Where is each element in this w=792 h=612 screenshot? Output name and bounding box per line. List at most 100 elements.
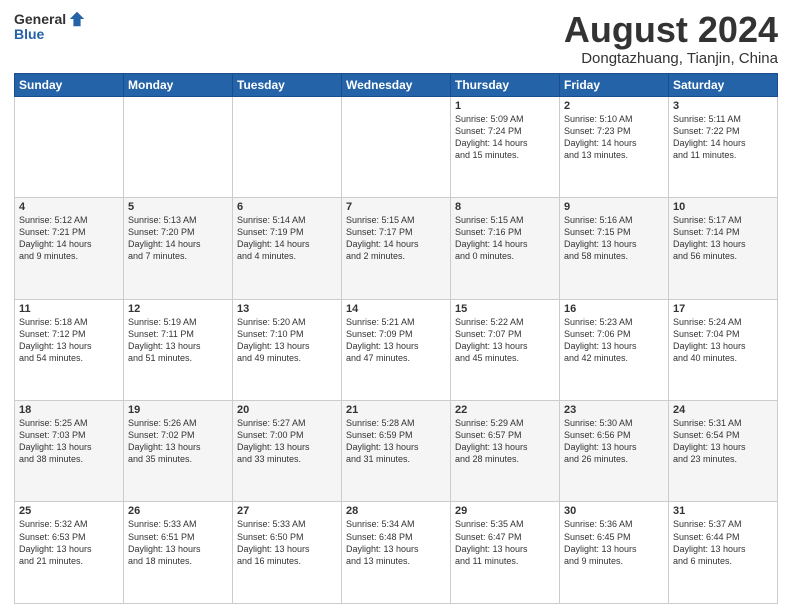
days-row: SundayMondayTuesdayWednesdayThursdayFrid…: [15, 73, 778, 96]
day-header-sunday: Sunday: [15, 73, 124, 96]
calendar-cell: 15Sunrise: 5:22 AMSunset: 7:07 PMDayligh…: [451, 299, 560, 400]
calendar-cell: 29Sunrise: 5:35 AMSunset: 6:47 PMDayligh…: [451, 502, 560, 604]
calendar-cell: 24Sunrise: 5:31 AMSunset: 6:54 PMDayligh…: [669, 401, 778, 502]
calendar-cell: 31Sunrise: 5:37 AMSunset: 6:44 PMDayligh…: [669, 502, 778, 604]
cell-content: Sunrise: 5:27 AMSunset: 7:00 PMDaylight:…: [237, 417, 337, 466]
cell-content: Sunrise: 5:22 AMSunset: 7:07 PMDaylight:…: [455, 316, 555, 365]
day-number: 19: [128, 404, 228, 416]
day-header-wednesday: Wednesday: [342, 73, 451, 96]
calendar-cell: 8Sunrise: 5:15 AMSunset: 7:16 PMDaylight…: [451, 198, 560, 299]
week-row-1: 1Sunrise: 5:09 AMSunset: 7:24 PMDaylight…: [15, 96, 778, 197]
cell-content: Sunrise: 5:15 AMSunset: 7:17 PMDaylight:…: [346, 214, 446, 263]
cell-content: Sunrise: 5:11 AMSunset: 7:22 PMDaylight:…: [673, 113, 773, 162]
day-number: 17: [673, 303, 773, 315]
cell-content: Sunrise: 5:13 AMSunset: 7:20 PMDaylight:…: [128, 214, 228, 263]
calendar-cell: 4Sunrise: 5:12 AMSunset: 7:21 PMDaylight…: [15, 198, 124, 299]
calendar-cell: 2Sunrise: 5:10 AMSunset: 7:23 PMDaylight…: [560, 96, 669, 197]
day-number: 14: [346, 303, 446, 315]
cell-content: Sunrise: 5:14 AMSunset: 7:19 PMDaylight:…: [237, 214, 337, 263]
calendar-cell: [15, 96, 124, 197]
page: General Blue August 2024 Dongtazhuang, T…: [0, 0, 792, 612]
day-number: 9: [564, 201, 664, 213]
cell-content: Sunrise: 5:32 AMSunset: 6:53 PMDaylight:…: [19, 518, 119, 567]
calendar-cell: [342, 96, 451, 197]
cell-content: Sunrise: 5:12 AMSunset: 7:21 PMDaylight:…: [19, 214, 119, 263]
calendar-cell: 22Sunrise: 5:29 AMSunset: 6:57 PMDayligh…: [451, 401, 560, 502]
day-number: 24: [673, 404, 773, 416]
header-right: August 2024 Dongtazhuang, Tianjin, China: [564, 10, 778, 67]
day-number: 8: [455, 201, 555, 213]
day-number: 6: [237, 201, 337, 213]
cell-content: Sunrise: 5:21 AMSunset: 7:09 PMDaylight:…: [346, 316, 446, 365]
day-number: 3: [673, 100, 773, 112]
calendar-cell: 7Sunrise: 5:15 AMSunset: 7:17 PMDaylight…: [342, 198, 451, 299]
logo: General Blue: [14, 10, 86, 42]
day-header-friday: Friday: [560, 73, 669, 96]
day-number: 16: [564, 303, 664, 315]
cell-content: Sunrise: 5:36 AMSunset: 6:45 PMDaylight:…: [564, 518, 664, 567]
cell-content: Sunrise: 5:09 AMSunset: 7:24 PMDaylight:…: [455, 113, 555, 162]
calendar-cell: 16Sunrise: 5:23 AMSunset: 7:06 PMDayligh…: [560, 299, 669, 400]
calendar-header: SundayMondayTuesdayWednesdayThursdayFrid…: [15, 73, 778, 96]
day-number: 18: [19, 404, 119, 416]
day-number: 28: [346, 505, 446, 517]
week-row-5: 25Sunrise: 5:32 AMSunset: 6:53 PMDayligh…: [15, 502, 778, 604]
cell-content: Sunrise: 5:28 AMSunset: 6:59 PMDaylight:…: [346, 417, 446, 466]
header: General Blue August 2024 Dongtazhuang, T…: [14, 10, 778, 67]
day-number: 7: [346, 201, 446, 213]
cell-content: Sunrise: 5:23 AMSunset: 7:06 PMDaylight:…: [564, 316, 664, 365]
calendar-cell: [124, 96, 233, 197]
calendar-cell: 1Sunrise: 5:09 AMSunset: 7:24 PMDaylight…: [451, 96, 560, 197]
calendar-cell: 27Sunrise: 5:33 AMSunset: 6:50 PMDayligh…: [233, 502, 342, 604]
logo-blue-text: Blue: [14, 26, 44, 42]
day-number: 12: [128, 303, 228, 315]
day-number: 30: [564, 505, 664, 517]
week-row-3: 11Sunrise: 5:18 AMSunset: 7:12 PMDayligh…: [15, 299, 778, 400]
calendar-cell: 30Sunrise: 5:36 AMSunset: 6:45 PMDayligh…: [560, 502, 669, 604]
day-number: 27: [237, 505, 337, 517]
day-number: 13: [237, 303, 337, 315]
cell-content: Sunrise: 5:19 AMSunset: 7:11 PMDaylight:…: [128, 316, 228, 365]
day-number: 29: [455, 505, 555, 517]
cell-content: Sunrise: 5:34 AMSunset: 6:48 PMDaylight:…: [346, 518, 446, 567]
cell-content: Sunrise: 5:20 AMSunset: 7:10 PMDaylight:…: [237, 316, 337, 365]
calendar-table: SundayMondayTuesdayWednesdayThursdayFrid…: [14, 73, 778, 604]
calendar-cell: 11Sunrise: 5:18 AMSunset: 7:12 PMDayligh…: [15, 299, 124, 400]
day-header-tuesday: Tuesday: [233, 73, 342, 96]
cell-content: Sunrise: 5:25 AMSunset: 7:03 PMDaylight:…: [19, 417, 119, 466]
cell-content: Sunrise: 5:37 AMSunset: 6:44 PMDaylight:…: [673, 518, 773, 567]
week-row-2: 4Sunrise: 5:12 AMSunset: 7:21 PMDaylight…: [15, 198, 778, 299]
day-number: 23: [564, 404, 664, 416]
calendar-cell: 13Sunrise: 5:20 AMSunset: 7:10 PMDayligh…: [233, 299, 342, 400]
day-number: 15: [455, 303, 555, 315]
cell-content: Sunrise: 5:26 AMSunset: 7:02 PMDaylight:…: [128, 417, 228, 466]
cell-content: Sunrise: 5:17 AMSunset: 7:14 PMDaylight:…: [673, 214, 773, 263]
calendar-cell: 9Sunrise: 5:16 AMSunset: 7:15 PMDaylight…: [560, 198, 669, 299]
cell-content: Sunrise: 5:33 AMSunset: 6:51 PMDaylight:…: [128, 518, 228, 567]
cell-content: Sunrise: 5:16 AMSunset: 7:15 PMDaylight:…: [564, 214, 664, 263]
logo-icon: [68, 10, 86, 28]
day-number: 1: [455, 100, 555, 112]
calendar-cell: 17Sunrise: 5:24 AMSunset: 7:04 PMDayligh…: [669, 299, 778, 400]
day-header-thursday: Thursday: [451, 73, 560, 96]
month-title: August 2024: [564, 10, 778, 50]
day-number: 5: [128, 201, 228, 213]
cell-content: Sunrise: 5:35 AMSunset: 6:47 PMDaylight:…: [455, 518, 555, 567]
calendar-cell: 3Sunrise: 5:11 AMSunset: 7:22 PMDaylight…: [669, 96, 778, 197]
day-number: 25: [19, 505, 119, 517]
cell-content: Sunrise: 5:29 AMSunset: 6:57 PMDaylight:…: [455, 417, 555, 466]
cell-content: Sunrise: 5:30 AMSunset: 6:56 PMDaylight:…: [564, 417, 664, 466]
cell-content: Sunrise: 5:10 AMSunset: 7:23 PMDaylight:…: [564, 113, 664, 162]
calendar-body: 1Sunrise: 5:09 AMSunset: 7:24 PMDaylight…: [15, 96, 778, 603]
calendar-cell: 20Sunrise: 5:27 AMSunset: 7:00 PMDayligh…: [233, 401, 342, 502]
cell-content: Sunrise: 5:15 AMSunset: 7:16 PMDaylight:…: [455, 214, 555, 263]
calendar-cell: 18Sunrise: 5:25 AMSunset: 7:03 PMDayligh…: [15, 401, 124, 502]
calendar-cell: 25Sunrise: 5:32 AMSunset: 6:53 PMDayligh…: [15, 502, 124, 604]
day-number: 20: [237, 404, 337, 416]
cell-content: Sunrise: 5:18 AMSunset: 7:12 PMDaylight:…: [19, 316, 119, 365]
cell-content: Sunrise: 5:33 AMSunset: 6:50 PMDaylight:…: [237, 518, 337, 567]
calendar-cell: [233, 96, 342, 197]
day-number: 26: [128, 505, 228, 517]
calendar-cell: 23Sunrise: 5:30 AMSunset: 6:56 PMDayligh…: [560, 401, 669, 502]
calendar-cell: 10Sunrise: 5:17 AMSunset: 7:14 PMDayligh…: [669, 198, 778, 299]
